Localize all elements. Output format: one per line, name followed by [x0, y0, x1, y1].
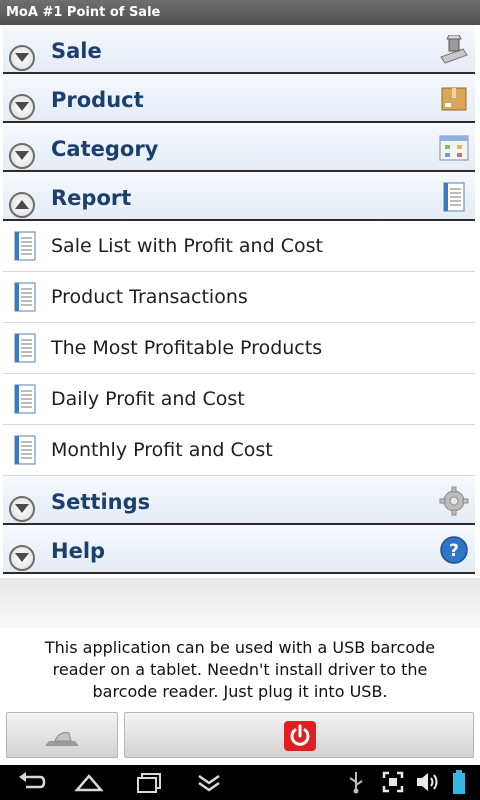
chevron-down-icon	[9, 545, 35, 571]
chevron-down-icon	[9, 45, 35, 71]
report-item[interactable]: The Most Profitable Products	[3, 323, 475, 374]
back-icon[interactable]	[16, 770, 46, 794]
chevron-down-icon	[9, 94, 35, 120]
app-title-bar: MoA #1 Point of Sale	[0, 0, 480, 25]
menu-sale-label: Sale	[51, 39, 102, 63]
gear-icon	[439, 486, 469, 516]
bottom-button-bar	[0, 710, 480, 765]
menu-settings-label: Settings	[51, 490, 151, 514]
menu-list: Sale Product Category Report Sale List w…	[0, 25, 480, 574]
report-item[interactable]: Product Transactions	[3, 272, 475, 323]
spacer	[0, 578, 480, 628]
help-icon: ?	[440, 536, 468, 564]
menu-report-label: Report	[51, 186, 132, 210]
app-title: MoA #1 Point of Sale	[6, 5, 161, 20]
report-item-label: Monthly Profit and Cost	[51, 439, 273, 461]
screenshot-icon	[382, 771, 404, 793]
hide-keyboard-icon[interactable]	[194, 770, 224, 794]
menu-category-label: Category	[51, 137, 159, 161]
menu-settings[interactable]: Settings	[3, 476, 475, 525]
document-icon	[14, 435, 36, 465]
info-text: This application can be used with a USB …	[0, 628, 480, 710]
report-item-label: Product Transactions	[51, 286, 248, 308]
report-item-label: The Most Profitable Products	[51, 337, 323, 359]
home-icon[interactable]	[74, 770, 104, 794]
power-off-button[interactable]	[124, 712, 474, 758]
svg-text:?: ?	[449, 541, 459, 561]
menu-product-label: Product	[51, 88, 144, 112]
info-line-2: reader on a tablet. Needn't install driv…	[52, 660, 428, 679]
power-icon	[284, 721, 316, 751]
info-line-1: This application can be used with a USB …	[44, 638, 436, 657]
chevron-up-icon	[9, 192, 35, 218]
battery-icon	[453, 770, 465, 794]
report-item-label: Sale List with Profit and Cost	[51, 235, 323, 257]
document-icon	[14, 282, 36, 312]
report-item[interactable]: Daily Profit and Cost	[3, 374, 475, 425]
report-item[interactable]: Sale List with Profit and Cost	[3, 221, 475, 272]
document-icon	[14, 231, 36, 261]
barcode-scanner-button[interactable]	[6, 712, 118, 758]
usb-icon	[349, 772, 363, 794]
report-item[interactable]: Monthly Profit and Cost	[3, 425, 475, 476]
cash-register-icon	[440, 35, 468, 64]
system-nav-bar	[0, 765, 480, 800]
document-icon	[443, 182, 465, 212]
report-item-label: Daily Profit and Cost	[51, 388, 245, 410]
volume-icon	[417, 773, 438, 791]
recent-apps-icon[interactable]	[134, 770, 164, 794]
category-grid-icon	[439, 135, 469, 161]
document-icon	[14, 384, 36, 414]
menu-product[interactable]: Product	[3, 74, 475, 123]
document-icon	[14, 333, 36, 363]
chevron-down-icon	[9, 496, 35, 522]
barcode-scanner-icon	[45, 732, 79, 746]
menu-help-label: Help	[51, 539, 106, 563]
info-line-3: barcode reader. Just plug it into USB.	[92, 682, 388, 701]
chevron-down-icon	[9, 143, 35, 169]
menu-sale[interactable]: Sale	[3, 25, 475, 74]
box-icon	[441, 87, 467, 111]
menu-category[interactable]: Category	[3, 123, 475, 172]
menu-help[interactable]: Help ?	[3, 525, 475, 574]
menu-report[interactable]: Report	[3, 172, 475, 221]
